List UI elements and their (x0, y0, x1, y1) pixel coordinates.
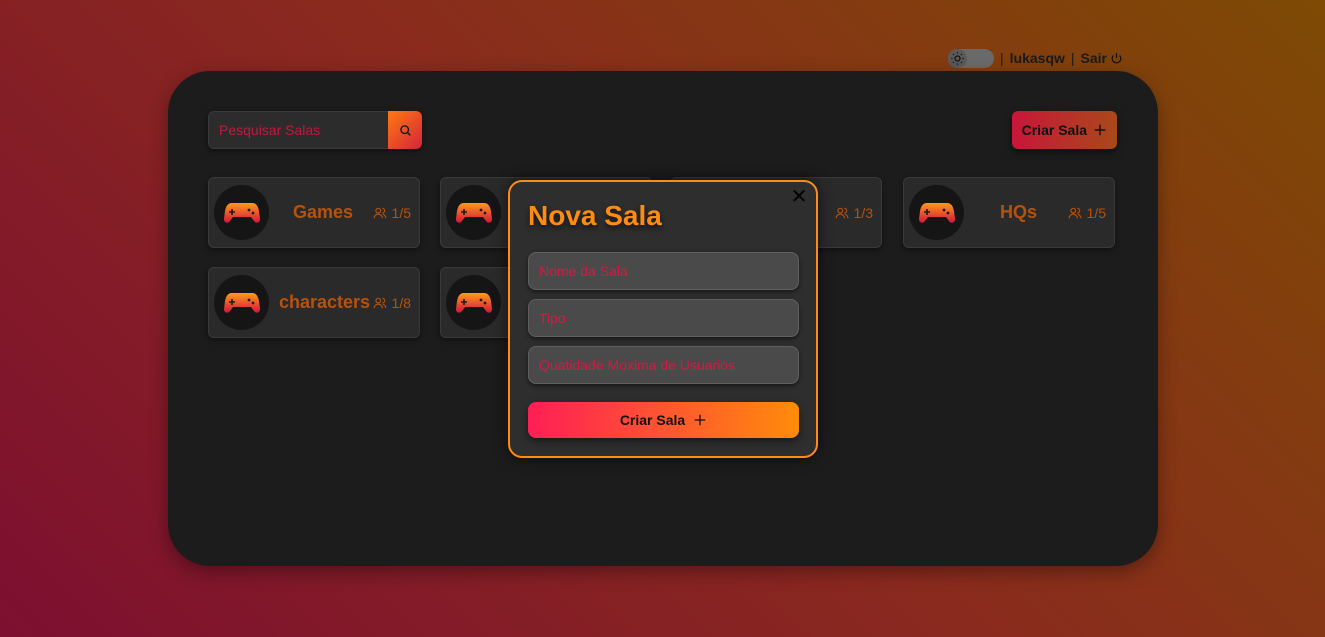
users-icon (373, 207, 386, 218)
search-bar (208, 111, 422, 149)
room-user-count: 1/3 (835, 178, 873, 247)
plus-icon (694, 414, 706, 426)
gamepad-icon (446, 275, 501, 330)
gamepad-icon (909, 185, 964, 240)
room-user-count: 1/5 (1068, 178, 1106, 247)
room-count-value: 1/3 (853, 204, 873, 221)
room-type-field[interactable] (528, 299, 799, 337)
users-icon (835, 207, 848, 218)
room-user-count: 1/8 (373, 268, 411, 337)
submit-room-button[interactable]: Criar Sala (528, 402, 799, 438)
close-icon[interactable]: ✕ (790, 187, 808, 207)
sun-icon (948, 48, 967, 68)
search-input[interactable] (208, 111, 388, 149)
create-room-button[interactable]: Criar Sala (1011, 111, 1117, 149)
room-name: characters (279, 292, 371, 312)
theme-toggle[interactable] (948, 48, 994, 68)
logout-label: Sair (1080, 50, 1107, 66)
users-icon (373, 297, 386, 308)
separator: | (1070, 50, 1075, 66)
search-icon (399, 124, 411, 136)
power-icon (1111, 52, 1122, 63)
room-count-value: 1/8 (391, 294, 411, 311)
users-icon (1068, 207, 1081, 218)
max-users-field[interactable] (528, 346, 799, 384)
room-name: HQs (1000, 202, 1038, 222)
gamepad-icon (446, 185, 501, 240)
search-button[interactable] (388, 111, 422, 149)
create-room-label: Criar Sala (1021, 122, 1087, 138)
room-card[interactable]: Games 1/5 (208, 177, 420, 248)
logout-button[interactable]: Sair (1081, 50, 1123, 66)
room-name: Games (293, 202, 354, 222)
room-name-field[interactable] (528, 252, 799, 290)
user-bar: | lukasqw | Sair (948, 48, 1123, 68)
modal-title: Nova Sala (528, 200, 662, 231)
gamepad-icon (214, 275, 269, 330)
submit-label: Criar Sala (619, 412, 686, 428)
plus-icon (1094, 124, 1106, 136)
room-card[interactable]: HQs 1/5 (903, 177, 1115, 248)
room-user-count: 1/5 (373, 178, 411, 247)
room-card[interactable]: characters 1/8 (208, 267, 420, 338)
separator: | (1000, 50, 1004, 66)
gamepad-icon (214, 185, 269, 240)
room-count-value: 1/5 (1086, 204, 1106, 221)
new-room-modal: Nova Sala ✕ Criar Sala (508, 180, 818, 458)
username: lukasqw (1009, 50, 1065, 66)
room-count-value: 1/5 (391, 204, 411, 221)
